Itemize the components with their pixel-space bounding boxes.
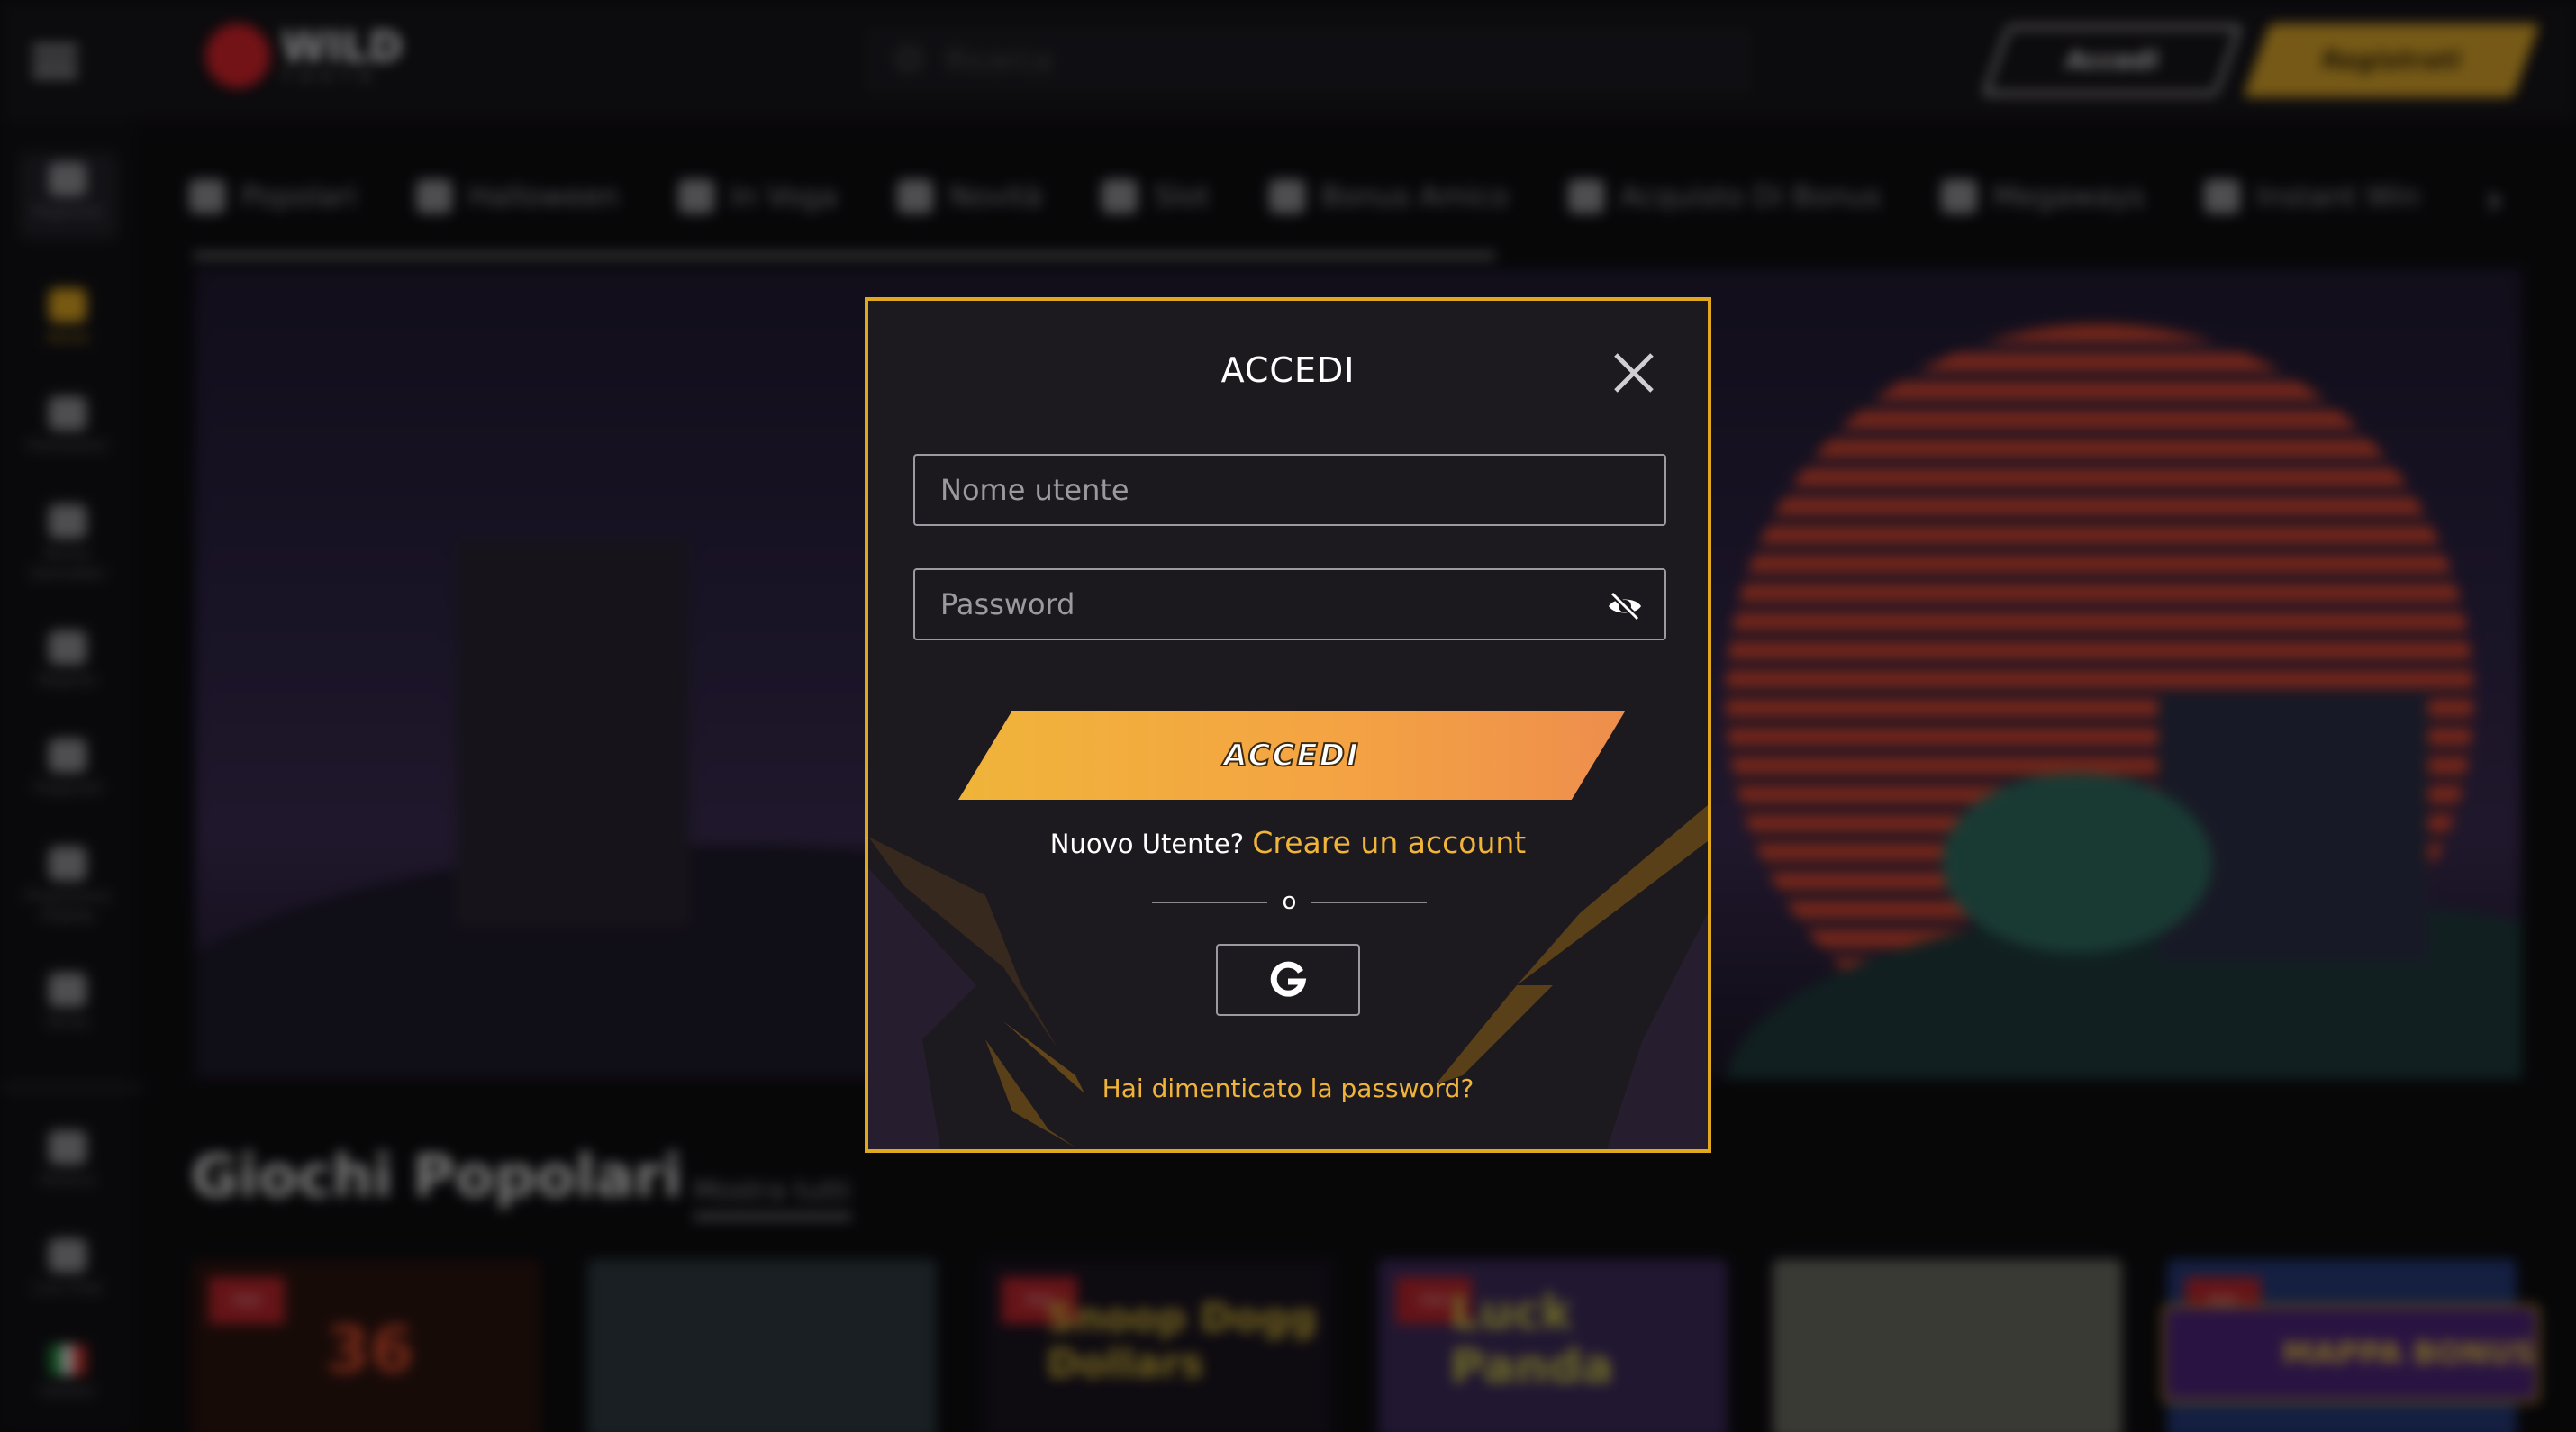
login-submit-label: ACCEDI bbox=[1222, 737, 1360, 775]
login-submit-button[interactable]: ACCEDI bbox=[958, 711, 1625, 800]
modal-title: ACCEDI bbox=[1220, 350, 1356, 390]
or-divider: o bbox=[1152, 888, 1427, 915]
create-account-link[interactable]: Creare un account bbox=[1252, 825, 1526, 860]
new-user-text: Nuovo Utente? bbox=[1049, 829, 1245, 859]
page-root: WILD TOKYO Ricerca Accedi Registrati Reg… bbox=[0, 0, 2576, 1432]
eye-off-icon[interactable] bbox=[1605, 586, 1645, 626]
new-user-row: Nuovo Utente? Creare un account bbox=[868, 825, 1708, 860]
password-field bbox=[913, 568, 1666, 640]
username-field bbox=[913, 454, 1666, 526]
password-input[interactable] bbox=[915, 570, 1664, 639]
login-modal: ACCEDI ACCEDI Nuovo Utente? Creare un ac… bbox=[865, 297, 1711, 1153]
close-icon[interactable] bbox=[1607, 346, 1661, 400]
google-icon bbox=[1270, 961, 1307, 997]
forgot-password-link[interactable]: Hai dimenticato la password? bbox=[868, 1074, 1708, 1103]
google-login-button[interactable] bbox=[1216, 944, 1360, 1016]
username-input[interactable] bbox=[915, 456, 1664, 524]
divider-line bbox=[1311, 902, 1427, 903]
